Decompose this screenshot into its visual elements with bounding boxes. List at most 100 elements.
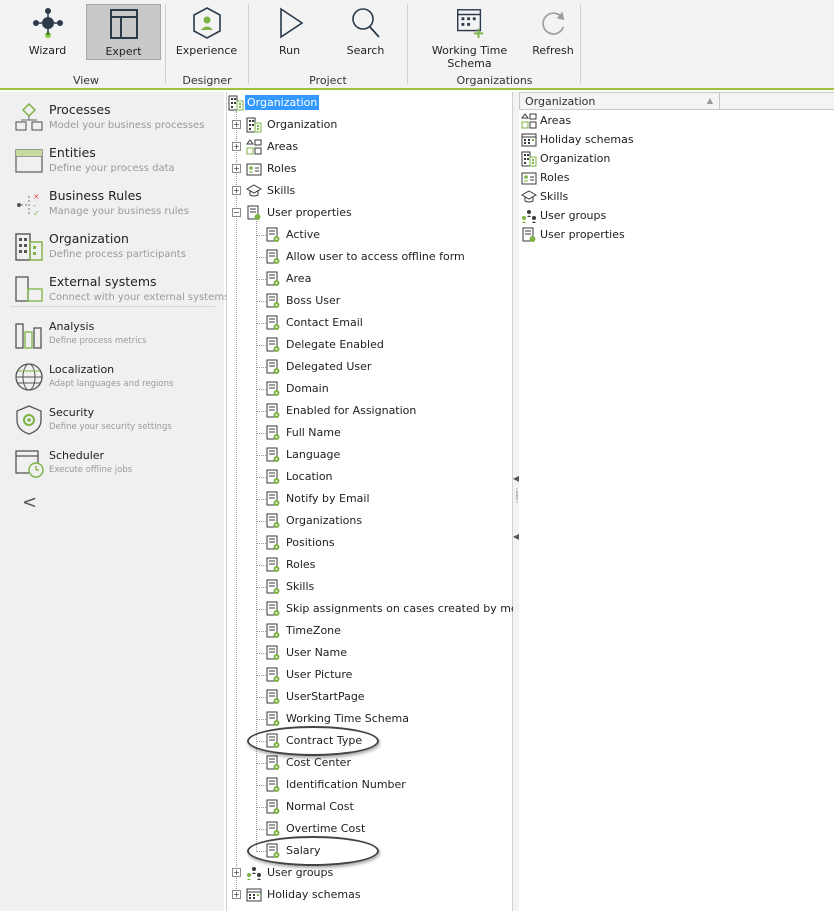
list-item[interactable]: Roles [521,169,721,188]
working-time-schema-button[interactable]: Working Time Schema [411,4,528,70]
tree-leaf-property[interactable]: Active [227,225,511,245]
tree-leaf-property[interactable]: Notify by Email [227,489,511,509]
user-groups-icon [521,208,537,224]
list-item[interactable]: User properties [521,226,721,245]
tree-node[interactable]: + Holiday schemas [227,885,507,905]
tree-leaf-property[interactable]: Overtime Cost [227,819,511,839]
building-icon [15,233,43,261]
tree-leaf-property[interactable]: User Picture [227,665,511,685]
tree-node-label: Active [286,228,321,241]
tree-leaf-property[interactable]: Full Name [227,423,511,443]
tree-root[interactable]: Organization [227,93,507,113]
refresh-button[interactable]: Refresh [530,4,576,60]
wizard-button[interactable]: Wizard [10,4,85,60]
attribute-icon [265,689,281,705]
tree-leaf-property[interactable]: Contact Email [227,313,511,333]
tree-leaf-property[interactable]: Boss User [227,291,511,311]
tree-node[interactable]: + Areas [227,137,507,157]
list-item-label: User groups [540,209,607,222]
attribute-icon [265,491,281,507]
attribute-icon [265,337,281,353]
list-item[interactable]: Areas [521,112,721,131]
ribbon-separator [580,4,581,84]
tree-node-label: Skills [286,580,315,593]
tree-node-label: Positions [286,536,335,549]
tree-leaf-property[interactable]: Positions [227,533,511,553]
collapse-nav-button[interactable]: < [22,492,37,513]
building-icon [521,151,537,167]
tree-leaf-property[interactable]: User Name [227,643,511,663]
expand-icon[interactable]: + [232,868,241,877]
attribute-icon [265,777,281,793]
nav-item-scheduler[interactable]: Scheduler Execute offline jobs [0,443,220,485]
nav-item-processes[interactable]: Processes Model your business processes [0,98,220,140]
tree-node-label: Overtime Cost [286,822,366,835]
nav-item-business-rules[interactable]: × - ✓ Business Rules Manage your busines… [0,184,220,226]
tree-leaf-property[interactable]: Organizations [227,511,511,531]
attribute-icon [265,645,281,661]
nav-item-title: Processes [49,102,111,117]
tree-leaf-property[interactable]: Skills [227,577,511,597]
tree-leaf-property[interactable]: Area [227,269,511,289]
tree-leaf-property[interactable]: Domain [227,379,511,399]
tree-leaf-property[interactable]: Roles [227,555,511,575]
collapse-icon[interactable]: − [232,208,241,217]
nav-item-security[interactable]: Security Define your security settings [0,400,220,442]
tree-leaf-property[interactable]: Allow user to access offline form [227,247,511,267]
tree-node[interactable]: + Skills [227,181,507,201]
list-item[interactable]: Skills [520,188,721,207]
list-item-label: Holiday schemas [540,133,634,146]
expand-icon[interactable]: + [232,164,241,173]
search-button[interactable]: Search [328,4,403,60]
expand-icon[interactable]: + [232,142,241,151]
nav-item-localization[interactable]: Localization Adapt languages and regions [0,357,220,399]
tree-leaf-property[interactable]: UserStartPage [227,687,511,707]
experience-button[interactable]: Experience [169,4,244,60]
list-item-label: Roles [540,171,570,184]
tree-leaf-property[interactable]: Working Time Schema [227,709,511,729]
tree-node-label: User groups [267,866,334,879]
entities-icon [15,149,43,173]
tree-leaf-property[interactable]: Language [227,445,511,465]
tree-node[interactable]: + Roles [227,159,507,179]
tree-node[interactable]: + User groups [227,863,507,883]
list-item[interactable]: Holiday schemas [521,131,721,150]
nav-item-entities[interactable]: Entities Define your process data [0,141,220,183]
tree-node-label: UserStartPage [286,690,365,703]
nav-item-title: External systems [49,274,157,289]
tree-leaf-property[interactable]: Cost Center [227,753,511,773]
business-rules-icon: × - ✓ [17,192,40,218]
expand-icon[interactable]: + [232,186,241,195]
list-item[interactable]: Organization [521,150,721,169]
tree-node[interactable]: − User properties [227,203,507,223]
attribute-icon [265,711,281,727]
nav-item-analysis[interactable]: Analysis Define process metrics [0,314,220,356]
list-item-label: Areas [540,114,572,127]
attribute-icon [265,469,281,485]
nav-item-organization[interactable]: Organization Define process participants [0,227,220,269]
tree-leaf-property[interactable]: Delegated User [227,357,511,377]
tree-connector [256,219,257,852]
column-header-organization[interactable]: Organization ▲ [519,92,720,110]
expand-icon[interactable]: + [232,890,241,899]
column-header-label: Organization [525,95,596,108]
tree-leaf-property[interactable]: Normal Cost [227,797,511,817]
tree-leaf-property[interactable]: TimeZone [227,621,511,641]
tree-leaf-property[interactable]: Enabled for Assignation [227,401,511,421]
tree-leaf-property[interactable]: Location [227,467,511,487]
tree-node-label: Full Name [286,426,341,439]
tree-leaf-property[interactable]: Delegate Enabled [227,335,511,355]
tree-leaf-property[interactable]: Skip assignments on cases created by me [227,599,518,619]
run-button[interactable]: Run [252,4,327,60]
expand-icon[interactable]: + [232,120,241,129]
roles-icon [246,161,262,177]
expert-button[interactable]: Expert [86,4,161,60]
tree-leaf-property[interactable]: Identification Number [227,775,511,795]
areas-icon [246,139,262,155]
refresh-icon [542,11,565,35]
nav-item-subtitle: Model your business processes [49,120,205,131]
nav-item-title: Organization [49,231,129,246]
tree-node[interactable]: + Organization [227,115,507,135]
list-item[interactable]: User groups [521,207,721,226]
play-icon [279,7,303,39]
